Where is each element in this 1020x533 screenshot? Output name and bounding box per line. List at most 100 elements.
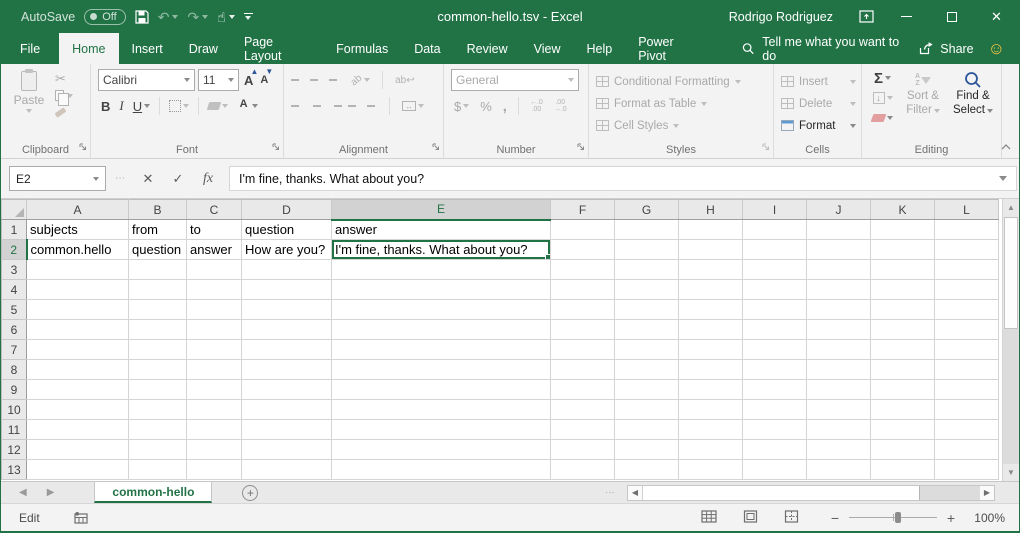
column-header-A[interactable]: A bbox=[27, 200, 129, 220]
cell-C6[interactable] bbox=[187, 320, 242, 340]
cell-L11[interactable] bbox=[935, 420, 999, 440]
styles-dialog-launcher[interactable] bbox=[762, 140, 770, 154]
sort-filter-button[interactable]: AZ Sort & Filter bbox=[900, 69, 946, 127]
cell-E7[interactable] bbox=[332, 340, 551, 360]
customize-quick-access-button[interactable] bbox=[244, 13, 253, 21]
cell-H6[interactable] bbox=[679, 320, 743, 340]
top-align-button[interactable] bbox=[291, 76, 304, 85]
cell-E11[interactable] bbox=[332, 420, 551, 440]
cell-B10[interactable] bbox=[129, 400, 187, 420]
column-header-F[interactable]: F bbox=[551, 200, 615, 220]
cell-B9[interactable] bbox=[129, 380, 187, 400]
cell-K5[interactable] bbox=[871, 300, 935, 320]
cell-C3[interactable] bbox=[187, 260, 242, 280]
cell-C5[interactable] bbox=[187, 300, 242, 320]
scroll-up-arrow[interactable]: ▲ bbox=[1003, 199, 1019, 216]
font-name-combobox[interactable]: Calibri bbox=[98, 69, 195, 91]
format-cells-button[interactable]: Format bbox=[781, 116, 856, 135]
cell-L1[interactable] bbox=[935, 220, 999, 240]
cell-J11[interactable] bbox=[807, 420, 871, 440]
cell-J5[interactable] bbox=[807, 300, 871, 320]
cell-C4[interactable] bbox=[187, 280, 242, 300]
cell-F2[interactable] bbox=[551, 240, 615, 260]
cell-E5[interactable] bbox=[332, 300, 551, 320]
cell-A7[interactable] bbox=[27, 340, 129, 360]
tab-page-layout[interactable]: Page Layout bbox=[231, 33, 323, 64]
formula-bar-drag-handle[interactable]: ⋮ bbox=[114, 173, 125, 184]
delete-cells-button[interactable]: Delete bbox=[781, 94, 856, 113]
row-header-1[interactable]: 1 bbox=[2, 220, 27, 240]
comma-style-button[interactable]: , bbox=[500, 95, 510, 117]
bold-button[interactable]: B bbox=[98, 95, 113, 117]
merge-center-button[interactable]: ↔ bbox=[399, 95, 427, 117]
cell-J7[interactable] bbox=[807, 340, 871, 360]
cell-G4[interactable] bbox=[615, 280, 679, 300]
cell-J13[interactable] bbox=[807, 460, 871, 480]
formula-input[interactable]: I'm fine, thanks. What about you? bbox=[229, 166, 1017, 191]
cell-A3[interactable] bbox=[27, 260, 129, 280]
cell-A10[interactable] bbox=[27, 400, 129, 420]
name-box[interactable]: E2 bbox=[9, 166, 106, 191]
cell-D11[interactable] bbox=[242, 420, 332, 440]
tab-scrollbar-splitter[interactable]: ⋮ bbox=[605, 488, 615, 498]
cell-C10[interactable] bbox=[187, 400, 242, 420]
cell-A11[interactable] bbox=[27, 420, 129, 440]
cell-E6[interactable] bbox=[332, 320, 551, 340]
enter-entry-button[interactable]: ✓ bbox=[163, 171, 193, 187]
cell-A2[interactable]: common.hello bbox=[27, 240, 129, 260]
vertical-scrollbar[interactable]: ▲ ▼ bbox=[1002, 199, 1019, 481]
ribbon-display-options-button[interactable] bbox=[859, 10, 874, 23]
insert-cells-button[interactable]: Insert bbox=[781, 72, 856, 91]
autosave-toggle[interactable]: Off bbox=[84, 9, 125, 25]
font-color-button[interactable]: A bbox=[234, 95, 261, 117]
cell-I1[interactable] bbox=[743, 220, 807, 240]
fill-color-dropdown-icon[interactable] bbox=[222, 104, 228, 108]
cell-K8[interactable] bbox=[871, 360, 935, 380]
cell-D4[interactable] bbox=[242, 280, 332, 300]
tab-help[interactable]: Help bbox=[573, 33, 625, 64]
redo-button[interactable]: ↷ bbox=[187, 10, 208, 24]
cell-H7[interactable] bbox=[679, 340, 743, 360]
cell-L10[interactable] bbox=[935, 400, 999, 420]
cell-H4[interactable] bbox=[679, 280, 743, 300]
cell-A9[interactable] bbox=[27, 380, 129, 400]
cell-B6[interactable] bbox=[129, 320, 187, 340]
cell-C7[interactable] bbox=[187, 340, 242, 360]
cancel-entry-button[interactable]: ✕ bbox=[133, 171, 163, 187]
cell-I9[interactable] bbox=[743, 380, 807, 400]
cell-F11[interactable] bbox=[551, 420, 615, 440]
name-box-dropdown-icon[interactable] bbox=[93, 177, 99, 181]
previous-sheet-arrow[interactable]: ◀ bbox=[19, 487, 27, 498]
cell-J6[interactable] bbox=[807, 320, 871, 340]
cell-F5[interactable] bbox=[551, 300, 615, 320]
cell-G10[interactable] bbox=[615, 400, 679, 420]
row-header-12[interactable]: 12 bbox=[2, 440, 27, 460]
row-header-6[interactable]: 6 bbox=[2, 320, 27, 340]
cell-K6[interactable] bbox=[871, 320, 935, 340]
italic-button[interactable]: I bbox=[116, 95, 126, 117]
cell-I10[interactable] bbox=[743, 400, 807, 420]
cell-I3[interactable] bbox=[743, 260, 807, 280]
cell-I12[interactable] bbox=[743, 440, 807, 460]
cell-K1[interactable] bbox=[871, 220, 935, 240]
alignment-dialog-launcher[interactable] bbox=[432, 140, 440, 154]
orientation-button[interactable]: ab bbox=[348, 69, 373, 91]
clipboard-dialog-launcher[interactable] bbox=[79, 140, 87, 154]
font-size-dropdown-icon[interactable] bbox=[228, 78, 234, 82]
increase-indent-button[interactable] bbox=[367, 102, 380, 111]
cell-A1[interactable]: subjects bbox=[27, 220, 129, 240]
underline-button[interactable]: U bbox=[130, 95, 153, 117]
cell-I4[interactable] bbox=[743, 280, 807, 300]
cell-J10[interactable] bbox=[807, 400, 871, 420]
cell-A4[interactable] bbox=[27, 280, 129, 300]
cell-L9[interactable] bbox=[935, 380, 999, 400]
new-sheet-button[interactable]: + bbox=[242, 485, 258, 501]
tab-view[interactable]: View bbox=[521, 33, 574, 64]
cell-L2[interactable] bbox=[935, 240, 999, 260]
row-header-10[interactable]: 10 bbox=[2, 400, 27, 420]
next-sheet-arrow[interactable]: ▶ bbox=[47, 487, 55, 498]
tab-insert[interactable]: Insert bbox=[119, 33, 176, 64]
cell-B13[interactable] bbox=[129, 460, 187, 480]
cell-K11[interactable] bbox=[871, 420, 935, 440]
cell-D2[interactable]: How are you? bbox=[242, 240, 332, 260]
